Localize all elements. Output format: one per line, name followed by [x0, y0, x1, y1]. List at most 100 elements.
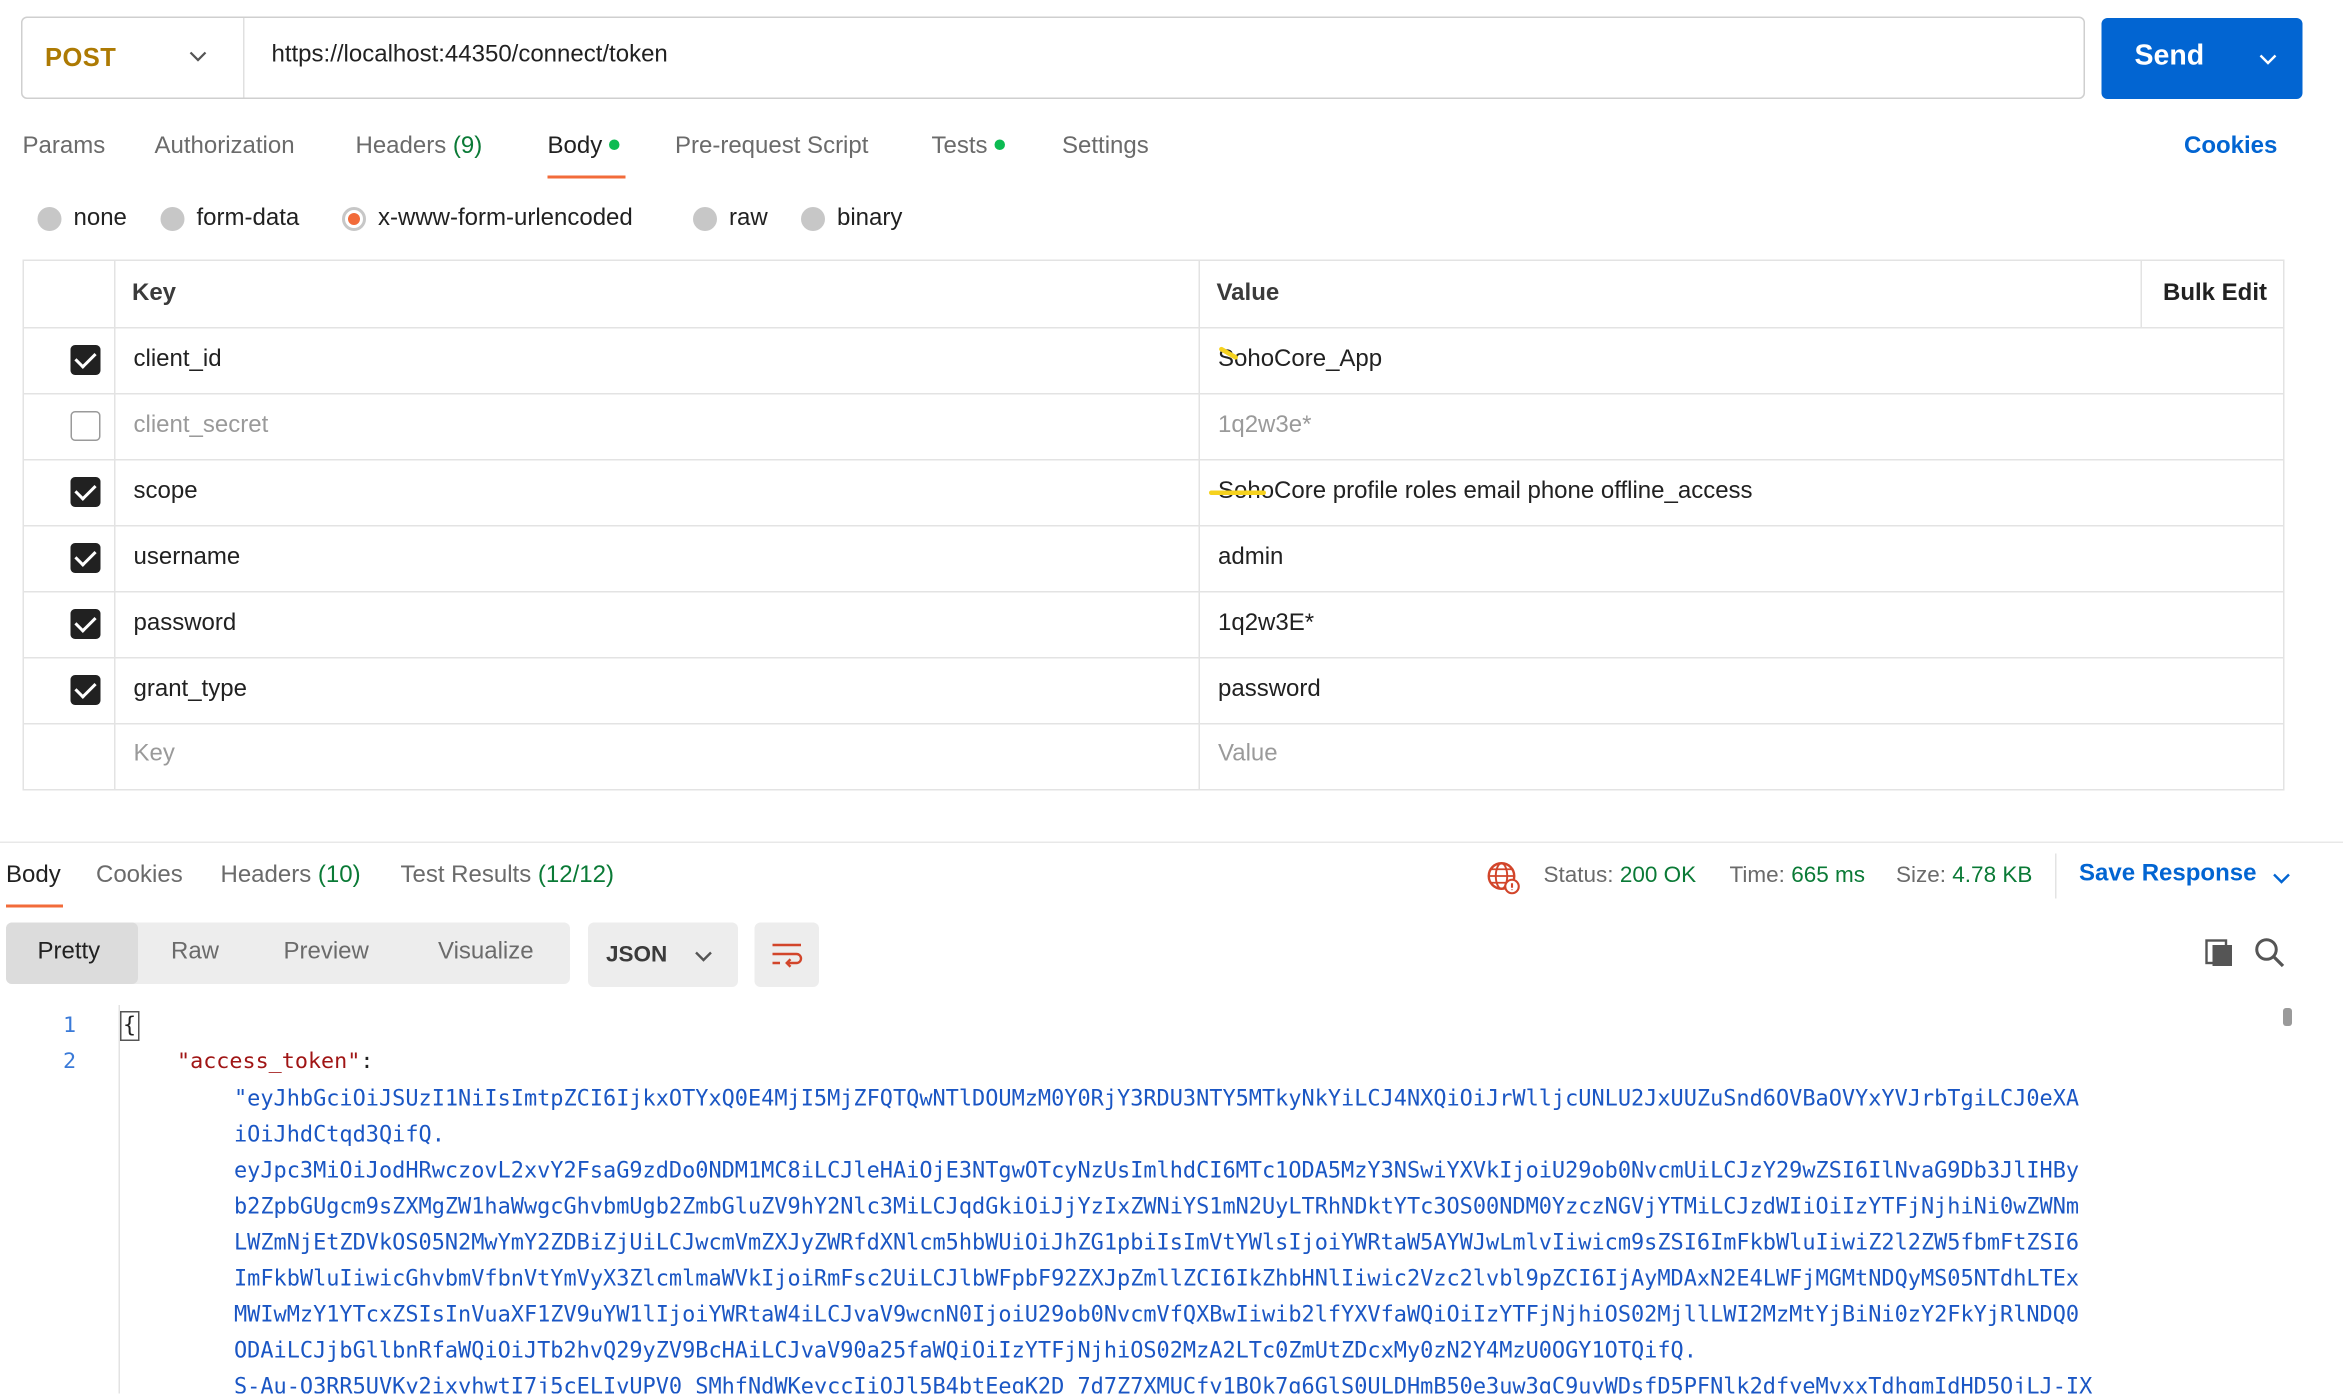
scrollbar-thumb[interactable]: [2283, 1008, 2292, 1026]
token-line[interactable]: ODAiLCJjbGllbnRfaWQiOiJTb2hvQ29yZV9BcHAi…: [234, 1338, 1697, 1364]
view-pretty-button[interactable]: Pretty: [38, 939, 101, 966]
tab-tests[interactable]: Tests: [932, 134, 1006, 161]
token-line[interactable]: ImFkbWluIiwicGhvbmVfbnVtYmVyX3ZlcmlmaWVk…: [234, 1266, 2079, 1292]
row-checkbox[interactable]: [70, 411, 101, 441]
response-tab-headers[interactable]: Headers (10): [221, 863, 361, 890]
json-colon: :: [360, 1050, 374, 1074]
row-checkbox[interactable]: [70, 609, 101, 639]
json-key-line[interactable]: "access_token":: [177, 1050, 373, 1074]
response-tab-cookies[interactable]: Cookies: [96, 863, 183, 890]
send-label: Send: [2134, 40, 2205, 73]
token-line[interactable]: S-Au-O3RR5UVKy2ixyhwtI7j5cELIvUPV0_SMhfN…: [234, 1374, 2092, 1394]
test-results-count: (12/12): [537, 862, 614, 889]
wrap-lines-button[interactable]: [754, 922, 819, 987]
chevron-down-icon[interactable]: [2258, 48, 2279, 69]
highlight-mark: [1209, 490, 1266, 495]
format-select[interactable]: JSON: [588, 922, 738, 987]
tab-authorization[interactable]: Authorization: [155, 134, 295, 161]
param-key[interactable]: grant_type: [134, 677, 247, 704]
token-line[interactable]: "eyJhbGciOiJSUzI1NiIsImtpZCI6IjkxOTYxQ0E…: [234, 1086, 2079, 1112]
token-line[interactable]: MWIwMzY1YTcxZSIsInVuaXF1ZV9uYW1lIjoiYWRt…: [234, 1302, 2079, 1328]
response-tab-test-results[interactable]: Test Results (12/12): [401, 863, 614, 890]
radio-indicator-selected: [342, 207, 366, 231]
table-header: Key Value Bulk Edit: [24, 261, 2283, 329]
view-raw-button[interactable]: Raw: [171, 939, 219, 966]
tab-settings[interactable]: Settings: [1062, 134, 1149, 161]
row-checkbox[interactable]: [70, 675, 101, 705]
radio-none[interactable]: none: [37, 206, 127, 233]
active-tab-indicator: [547, 175, 626, 179]
key-column-header: Key: [132, 280, 177, 307]
table-row: grant_type password: [24, 657, 2283, 725]
token-line[interactable]: LWZmNjEtZDVkOS05N2MwYmY2ZDBiZjUiLCJwcmVm…: [234, 1230, 2079, 1256]
param-value[interactable]: admin: [1218, 545, 1283, 572]
radio-indicator: [693, 207, 717, 231]
format-label: JSON: [606, 942, 668, 968]
param-key[interactable]: password: [134, 611, 237, 638]
tab-params[interactable]: Params: [23, 134, 106, 161]
new-value-input[interactable]: Value: [1218, 741, 1278, 768]
request-url-bar: POST https://localhost:44350/connect/tok…: [21, 16, 2085, 99]
table-row: scope SohoCore profile roles email phone…: [24, 459, 2283, 527]
tab-pre-request-script[interactable]: Pre-request Script: [675, 134, 868, 161]
section-divider: [0, 841, 2343, 843]
value-column-header: Value: [1216, 280, 1280, 307]
radio-indicator: [37, 207, 62, 231]
chevron-down-icon: [2273, 873, 2290, 884]
param-value[interactable]: SohoCore profile roles email phone offli…: [1218, 479, 1753, 506]
search-icon[interactable]: [2253, 936, 2286, 969]
table-row: client_secret 1q2w3e*: [24, 393, 2283, 461]
row-checkbox[interactable]: [70, 543, 101, 573]
cookies-link[interactable]: Cookies: [2184, 134, 2277, 161]
chevron-down-icon: [189, 51, 207, 62]
param-key[interactable]: scope: [134, 479, 198, 506]
radio-binary[interactable]: binary: [801, 206, 902, 233]
column-divider: [2140, 261, 2142, 327]
response-tab-body[interactable]: Body: [6, 863, 61, 890]
wrap-lines-icon: [772, 943, 803, 968]
code-gutter-divider: [118, 1005, 120, 1394]
globe-icon[interactable]: [1485, 860, 1521, 896]
copy-icon[interactable]: [2204, 936, 2237, 969]
radio-indicator: [801, 207, 825, 231]
radio-x-www-form-urlencoded[interactable]: x-www-form-urlencoded: [342, 206, 633, 233]
radio-form-data[interactable]: form-data: [160, 206, 299, 233]
token-line[interactable]: b2ZpbGUgcm9sZXMgZW1haWwgcGhvbmUgb2ZmbGlu…: [234, 1194, 2079, 1220]
row-checkbox[interactable]: [70, 477, 101, 507]
param-value[interactable]: SohoCore_App: [1218, 347, 1382, 374]
send-button[interactable]: Send: [2101, 18, 2303, 99]
param-key[interactable]: client_id: [134, 347, 222, 374]
param-value[interactable]: password: [1218, 677, 1321, 704]
app-root: POST https://localhost:44350/connect/tok…: [0, 0, 2344, 1394]
view-preview-button[interactable]: Preview: [284, 939, 369, 966]
bulk-edit-button[interactable]: Bulk Edit: [2163, 281, 2267, 308]
response-size[interactable]: Size: 4.78 KB: [1896, 863, 2032, 889]
active-response-tab-indicator: [6, 904, 63, 908]
open-brace[interactable]: {: [120, 1011, 140, 1041]
table-row-new: Key Value: [24, 723, 2283, 789]
param-value[interactable]: 1q2w3e*: [1218, 413, 1311, 440]
radio-indicator: [160, 207, 185, 231]
view-visualize-button[interactable]: Visualize: [438, 939, 534, 966]
save-response-button[interactable]: Save Response: [2079, 861, 2290, 888]
method-select[interactable]: POST: [23, 18, 245, 98]
param-key[interactable]: username: [134, 545, 241, 572]
param-key[interactable]: client_secret: [134, 413, 269, 440]
response-headers-count: (10): [317, 862, 361, 889]
table-row: password 1q2w3E*: [24, 591, 2283, 659]
radio-raw[interactable]: raw: [693, 206, 768, 233]
token-line[interactable]: iOiJhdCtqd3QifQ.: [234, 1122, 445, 1148]
url-input[interactable]: https://localhost:44350/connect/token: [272, 42, 668, 69]
tab-body[interactable]: Body: [548, 134, 621, 161]
json-key: "access_token": [177, 1050, 361, 1074]
param-value[interactable]: 1q2w3E*: [1218, 611, 1314, 638]
tab-headers[interactable]: Headers (9): [356, 134, 483, 161]
new-key-input[interactable]: Key: [134, 741, 175, 768]
row-checkbox[interactable]: [70, 345, 101, 375]
size-value: 4.78 KB: [1952, 862, 2033, 889]
response-status[interactable]: Status: 200 OK: [1544, 863, 1697, 889]
token-line[interactable]: eyJpc3MiOiJodHRwczovL2xvY2FsaG9zdDo0NDM1…: [234, 1158, 2079, 1184]
response-time[interactable]: Time: 665 ms: [1730, 863, 1865, 889]
headers-count: (9): [452, 133, 483, 160]
body-status-dot: [609, 139, 621, 150]
